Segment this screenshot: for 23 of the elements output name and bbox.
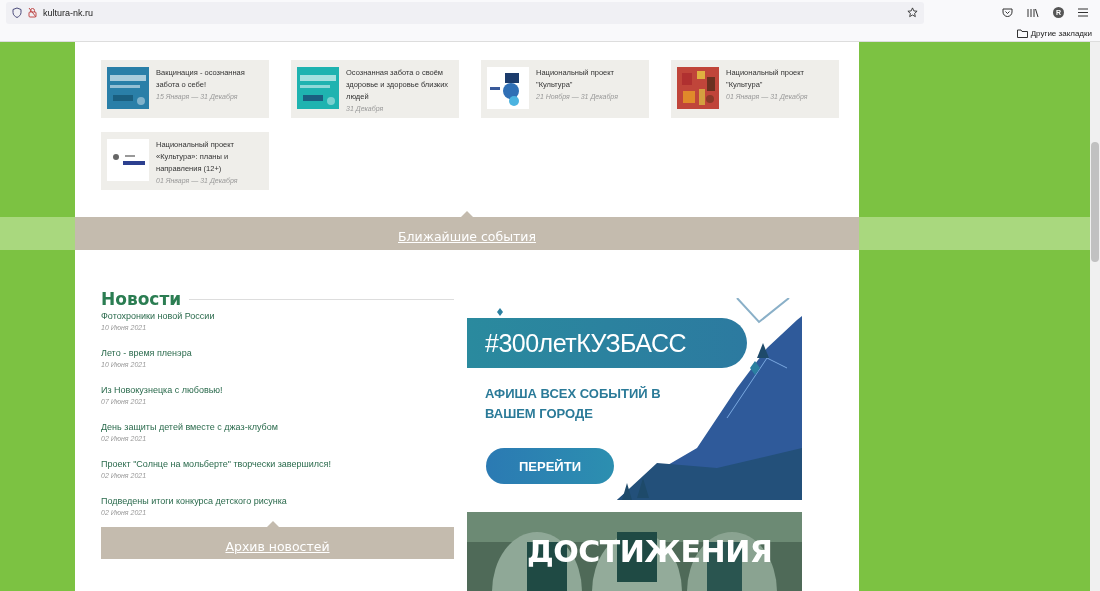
news-link[interactable]: Из Новокузнецка с любовью! <box>101 385 454 395</box>
shield-icon[interactable] <box>12 7 22 19</box>
go-button[interactable]: ПЕРЕЙТИ <box>486 448 614 484</box>
star-icon[interactable] <box>907 7 918 19</box>
news-link[interactable]: Лето - время пленэра <box>101 348 454 358</box>
promo-banner[interactable]: #300летКУЗБАСС АФИША ВСЕХ СОБЫТИЙ В ВАШЕМ ГОРОДЕ ПЕРЕЙТИ <box>467 298 802 499</box>
achievements-banner[interactable]: ДОСТИЖЕНИЯ <box>467 511 802 591</box>
scrollbar-thumb[interactable] <box>1091 142 1099 262</box>
news-link[interactable]: День защиты детей вместе с джаз-клубом <box>101 422 454 432</box>
news-link[interactable]: Проект "Солнце на мольберте" творчески завершился! <box>101 459 454 469</box>
news-link[interactable]: Фотохроники новой России <box>101 311 454 321</box>
achievements-title: ДОСТИЖЕНИЯ <box>527 533 773 569</box>
lock-icon[interactable] <box>28 7 37 19</box>
pocket-icon[interactable] <box>1002 7 1013 18</box>
library-icon[interactable] <box>1027 7 1039 18</box>
menu-icon[interactable] <box>1078 8 1088 18</box>
promo-logo: #300летКУЗБАСС <box>467 318 747 368</box>
bookmarks-folder[interactable]: Другие закладки <box>1016 28 1092 38</box>
news-heading: Новости <box>101 289 182 309</box>
folder-icon <box>1016 28 1028 38</box>
scrollbar-track[interactable] <box>1090 42 1100 591</box>
promo-tagline: АФИША ВСЕХ СОБЫТИЙ В ВАШЕМ ГОРОДЕ <box>485 385 662 423</box>
news-link[interactable]: Подведены итоги конкурса детского рисунка <box>101 496 454 506</box>
